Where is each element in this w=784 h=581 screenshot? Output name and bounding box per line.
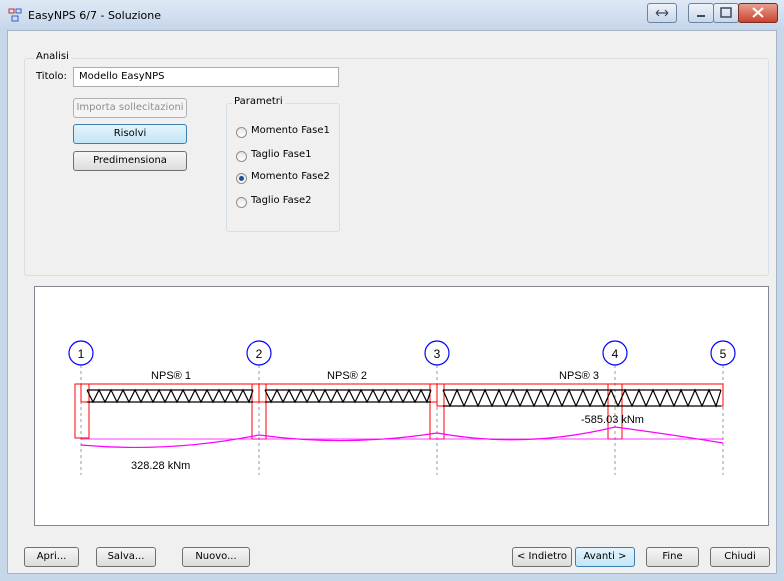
support-block-1 bbox=[74, 383, 90, 439]
support-label-4: 4 bbox=[612, 347, 619, 361]
beam-diagram: 1 2 3 4 5 NPS® 1 NPS® 2 NPS® 3 328.28 kN… bbox=[68, 340, 736, 475]
parametri-group bbox=[226, 103, 340, 232]
support-markers bbox=[68, 340, 736, 366]
nuovo-button[interactable]: Nuovo... bbox=[182, 547, 250, 567]
indietro-button[interactable]: < Indietro bbox=[512, 547, 572, 567]
restore-icon[interactable] bbox=[647, 3, 677, 23]
support-label-5: 5 bbox=[720, 347, 727, 361]
apri-button[interactable]: Apri... bbox=[24, 547, 79, 567]
radio-taglio-fase2[interactable]: Taglio Fase2 bbox=[236, 195, 346, 209]
support-label-1: 1 bbox=[78, 347, 85, 361]
radio-button-selected-icon[interactable] bbox=[236, 173, 247, 184]
predimensiona-button[interactable]: Predimensiona bbox=[73, 151, 187, 171]
radio-button-icon[interactable] bbox=[236, 197, 247, 208]
truss-lines bbox=[86, 388, 722, 408]
importa-sollecitazioni-button[interactable]: Importa sollecitazioni bbox=[73, 98, 187, 118]
span-label-2: NPS® 2 bbox=[327, 370, 367, 382]
span-label-1: NPS® 1 bbox=[151, 370, 191, 382]
span-label-3: NPS® 3 bbox=[559, 370, 599, 382]
window-title: EasyNPS 6/7 - Soluzione bbox=[28, 9, 161, 22]
salva-button[interactable]: Salva... bbox=[96, 547, 156, 567]
radio-button-icon[interactable] bbox=[236, 151, 247, 162]
titolo-label: Titolo: bbox=[36, 71, 67, 82]
app-window: EasyNPS 6/7 - Soluzione Analisi Titolo: … bbox=[0, 0, 784, 581]
avanti-button[interactable]: Avanti > bbox=[575, 547, 635, 567]
beam-diagram-panel: 1 2 3 4 5 NPS® 1 NPS® 2 NPS® 3 328.28 kN… bbox=[34, 286, 769, 526]
fine-button[interactable]: Fine bbox=[646, 547, 699, 567]
close-icon[interactable] bbox=[738, 3, 778, 23]
radio-label: Taglio Fase2 bbox=[251, 195, 312, 206]
support-label-3: 3 bbox=[434, 347, 441, 361]
radio-taglio-fase1[interactable]: Taglio Fase1 bbox=[236, 149, 346, 163]
parametri-group-label: Parametri bbox=[232, 96, 285, 107]
radio-label: Momento Fase2 bbox=[251, 171, 330, 182]
risolvi-button[interactable]: Risolvi bbox=[73, 124, 187, 144]
negative-moment-label: -585.03 kNm bbox=[581, 414, 644, 426]
maximize-icon[interactable] bbox=[713, 3, 739, 23]
titolo-input[interactable]: Modello EasyNPS bbox=[73, 67, 339, 87]
radio-momento-fase2[interactable]: Momento Fase2 bbox=[236, 171, 346, 185]
chiudi-button[interactable]: Chiudi bbox=[710, 547, 770, 567]
title-bar[interactable]: EasyNPS 6/7 - Soluzione bbox=[0, 0, 784, 30]
moment-diagram bbox=[80, 426, 724, 449]
minimize-icon[interactable] bbox=[688, 3, 714, 23]
positive-moment-label: 328.28 kNm bbox=[131, 460, 190, 472]
support-label-2: 2 bbox=[256, 347, 263, 361]
analisi-group-label: Analisi bbox=[34, 51, 71, 62]
radio-button-icon[interactable] bbox=[236, 127, 247, 138]
radio-label: Taglio Fase1 bbox=[251, 149, 312, 160]
radio-momento-fase1[interactable]: Momento Fase1 bbox=[236, 125, 346, 139]
app-icon bbox=[8, 8, 22, 22]
radio-label: Momento Fase1 bbox=[251, 125, 330, 136]
